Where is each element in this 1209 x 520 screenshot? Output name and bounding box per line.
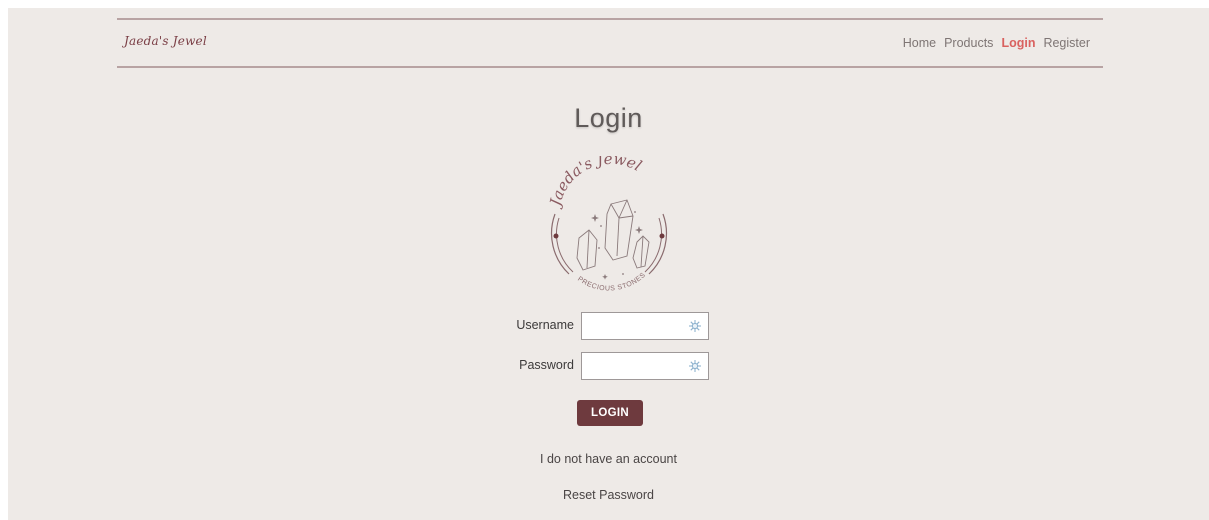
nav-item-login[interactable]: Login xyxy=(1001,36,1035,50)
nav-item-home[interactable]: Home xyxy=(903,36,936,50)
no-account-link[interactable]: I do not have an account xyxy=(8,452,1209,466)
svg-text:PRECIOUS STONES: PRECIOUS STONES xyxy=(576,272,647,293)
username-row: Username xyxy=(8,312,1209,340)
nav-item-register[interactable]: Register xyxy=(1043,36,1090,50)
navbar: Jaeda's Jewel Home Products Login Regist… xyxy=(117,18,1103,68)
login-button[interactable]: LOGIN xyxy=(577,400,643,426)
page: Jaeda's Jewel Home Products Login Regist… xyxy=(8,8,1209,520)
password-label: Password xyxy=(519,358,574,372)
password-manager-icon[interactable] xyxy=(688,319,702,333)
svg-text:Jaeda's Jewel: Jaeda's Jewel xyxy=(545,156,644,210)
page-title: Login xyxy=(574,103,643,133)
logo-top-text: Jaeda's Jewel xyxy=(545,156,644,210)
reset-password-link[interactable]: Reset Password xyxy=(8,488,1209,502)
password-row: Password xyxy=(8,352,1209,380)
password-manager-icon[interactable] xyxy=(688,359,702,373)
nav-item-products[interactable]: Products xyxy=(944,36,993,50)
nav-links: Home Products Login Register xyxy=(903,36,1090,50)
username-input[interactable] xyxy=(581,312,709,340)
jewel-logo: Jaeda's Jewel PRECIOUS STONES xyxy=(545,156,668,293)
brand-logo-text[interactable]: Jaeda's Jewel xyxy=(124,34,207,48)
password-input[interactable] xyxy=(581,352,709,380)
logo-bottom-text: PRECIOUS STONES xyxy=(576,272,647,293)
username-label: Username xyxy=(516,318,574,332)
